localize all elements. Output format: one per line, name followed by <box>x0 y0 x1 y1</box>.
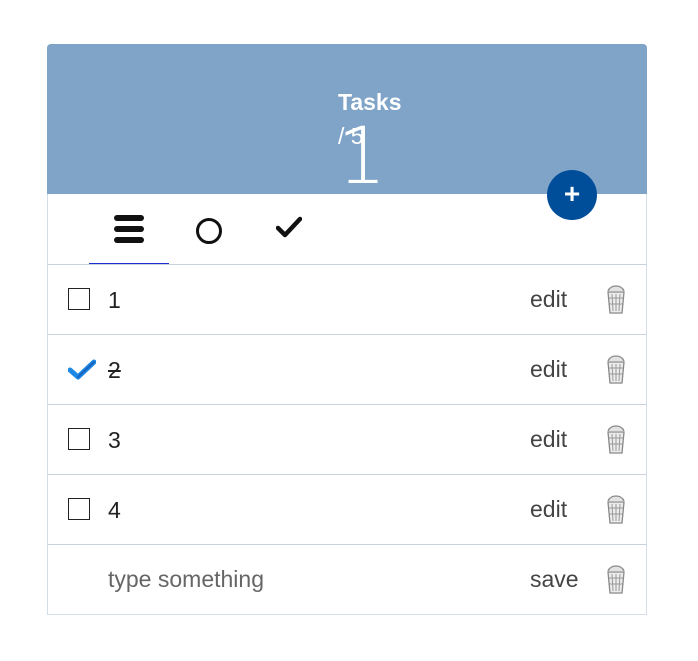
task-checkbox[interactable] <box>68 428 90 450</box>
save-link[interactable]: save <box>530 566 579 593</box>
trash-icon[interactable] <box>605 495 627 525</box>
task-row: 3 edit <box>48 405 646 475</box>
edit-link[interactable]: edit <box>530 356 567 383</box>
tab-done[interactable] <box>249 194 329 264</box>
tab-open[interactable] <box>169 194 249 264</box>
task-text: 2 <box>108 357 121 383</box>
task-checkbox[interactable] <box>68 288 90 310</box>
task-checkbox[interactable] <box>68 498 90 520</box>
task-text: 1 <box>108 287 121 313</box>
hamburger-icon <box>114 215 144 243</box>
task-row: 1 edit <box>48 265 646 335</box>
checked-tick-icon[interactable] <box>68 359 96 381</box>
circle-icon <box>196 218 222 244</box>
header: 1 Tasks / 5 + <box>47 44 647 220</box>
task-list: 1 edit 2 edit 3 edit 4 edit type somethi… <box>47 265 647 615</box>
new-task-row: save <box>48 545 646 615</box>
trash-icon[interactable] <box>605 565 627 595</box>
task-text: 3 <box>108 427 121 453</box>
edit-link[interactable]: edit <box>530 426 567 453</box>
task-row: 4 edit <box>48 475 646 545</box>
trash-icon[interactable] <box>605 355 627 385</box>
task-row: 2 edit <box>48 335 646 405</box>
todo-app: 1 Tasks / 5 + 1 edit 2 edit 3 edit 4 edi… <box>47 44 647 615</box>
edit-link[interactable]: edit <box>530 496 567 523</box>
trash-icon[interactable] <box>605 285 627 315</box>
trash-icon[interactable] <box>605 425 627 455</box>
total-count: / 5 <box>338 123 364 149</box>
tasks-title: Tasks <box>338 89 402 115</box>
task-text: 4 <box>108 497 121 523</box>
new-task-input[interactable] <box>108 561 468 597</box>
checkmark-icon <box>276 216 302 238</box>
edit-link[interactable]: edit <box>530 286 567 313</box>
add-task-button[interactable]: + <box>547 170 597 220</box>
tab-all[interactable] <box>89 194 169 264</box>
